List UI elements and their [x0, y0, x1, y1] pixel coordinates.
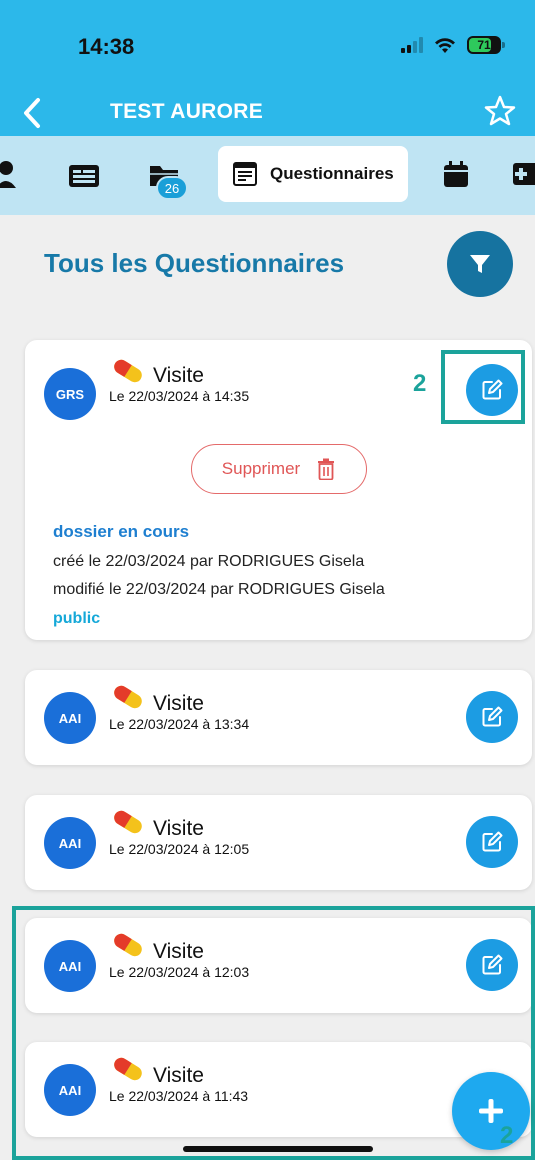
home-indicator	[183, 1146, 373, 1152]
wifi-icon	[435, 38, 455, 53]
card-title: Visite	[153, 364, 204, 387]
status-bar: 14:38 71	[0, 0, 535, 90]
card-date: Le 22/03/2024 à 12:05	[109, 841, 250, 857]
questionnaire-icon	[233, 162, 257, 186]
annotation-number: 2	[413, 370, 427, 397]
pill-icon	[114, 810, 142, 834]
edit-icon	[482, 706, 503, 727]
app-header: 14:38 71 TEST AURORE	[0, 0, 535, 136]
questionnaire-card[interactable]: AAI Visite Le 22/03/2024 à 13:34	[25, 670, 532, 765]
annotation-number: 2	[500, 1122, 514, 1149]
card-title: Visite	[153, 817, 204, 840]
page-title: TEST AURORE	[110, 100, 264, 123]
back-chevron-icon[interactable]	[18, 96, 46, 130]
card-date: Le 22/03/2024 à 13:34	[109, 716, 250, 732]
battery-icon: 71	[467, 36, 505, 54]
tab-questionnaires[interactable]: Questionnaires	[218, 146, 408, 202]
add-button[interactable]	[452, 1072, 530, 1150]
filter-icon	[470, 255, 490, 273]
filter-button[interactable]	[447, 231, 513, 297]
avatar: GRS	[44, 368, 96, 420]
edit-icon	[482, 831, 503, 852]
tab-questionnaires-label: Questionnaires	[270, 164, 394, 183]
delete-label: Supprimer	[221, 459, 301, 478]
nav-bar: TEST AURORE	[0, 90, 535, 136]
battery-level: 71	[477, 38, 491, 52]
edit-button[interactable]	[466, 816, 518, 868]
tab-bar: 26 Questionnaires	[0, 136, 535, 215]
id-card-icon[interactable]	[68, 164, 100, 188]
visibility-label: public	[53, 610, 101, 627]
avatar: AAI	[44, 817, 96, 869]
avatar: AAI	[44, 692, 96, 744]
calendar-icon[interactable]	[443, 160, 469, 188]
section-title: Tous les Questionnaires	[44, 248, 345, 278]
pill-icon	[114, 685, 142, 709]
person-icon[interactable]	[0, 160, 22, 188]
medical-card-icon[interactable]	[512, 162, 535, 186]
questionnaire-card[interactable]: AAI Visite Le 22/03/2024 à 12:05	[25, 795, 532, 890]
card-title: Visite	[153, 692, 204, 715]
signal-icon	[401, 37, 423, 53]
edit-button[interactable]	[466, 691, 518, 743]
star-icon[interactable]	[483, 94, 517, 128]
status-time: 14:38	[78, 34, 135, 59]
folder-count-badge: 26	[156, 176, 188, 200]
folder-status: dossier en cours	[53, 522, 190, 541]
annotation-box-edit	[441, 350, 525, 424]
modified-info: modifié le 22/03/2024 par RODRIGUES Gise…	[53, 581, 385, 598]
delete-button[interactable]: Supprimer	[191, 444, 367, 494]
trash-icon	[318, 458, 335, 480]
pill-icon	[114, 359, 142, 383]
status-icons: 71	[401, 36, 505, 54]
card-date: Le 22/03/2024 à 14:35	[109, 388, 250, 404]
created-info: créé le 22/03/2024 par RODRIGUES Gisela	[53, 553, 365, 570]
